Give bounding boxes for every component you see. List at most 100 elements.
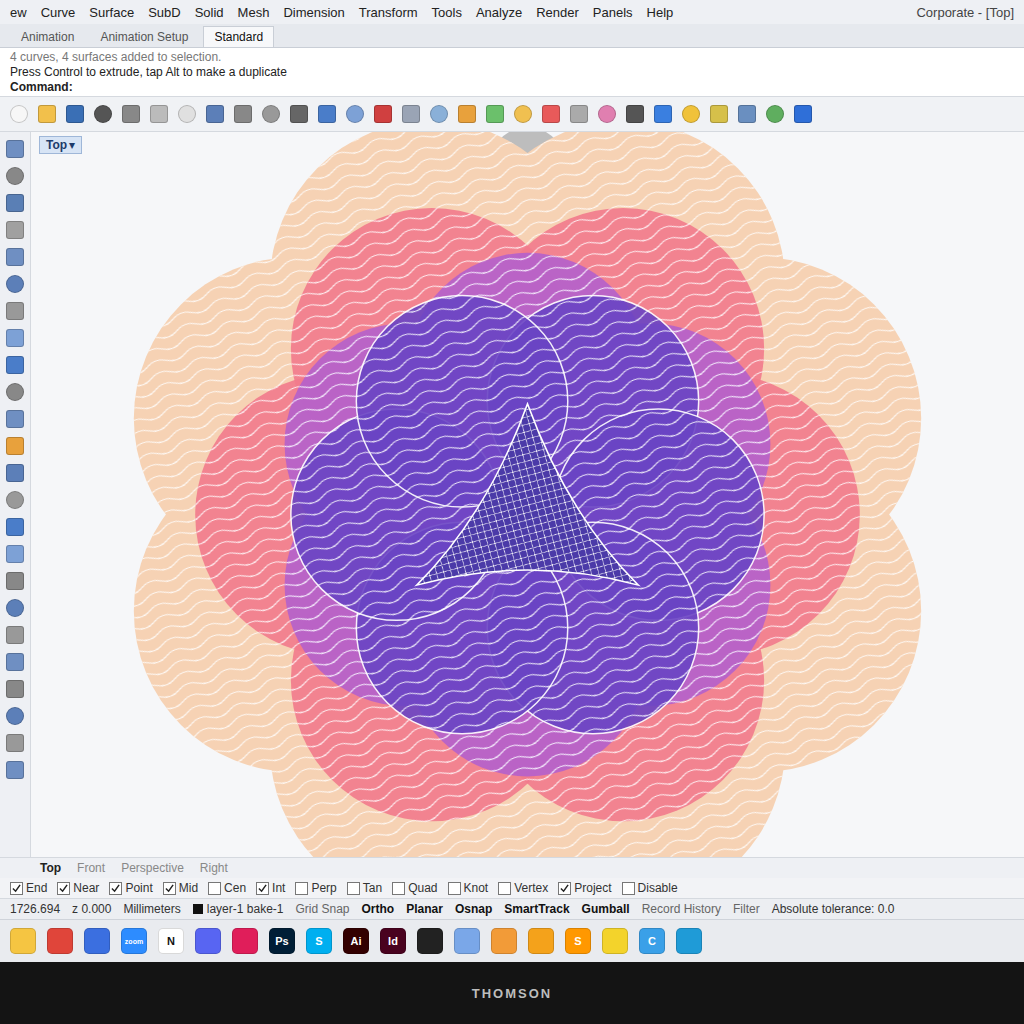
tool-icon[interactable]: [402, 105, 420, 123]
tool-icon[interactable]: [682, 105, 700, 123]
tool-icon[interactable]: [626, 105, 644, 123]
units[interactable]: Millimeters: [123, 902, 180, 916]
taskbar-app[interactable]: [195, 928, 221, 954]
menu-item[interactable]: Help: [647, 5, 674, 20]
tool-icon[interactable]: [6, 437, 24, 455]
tool-icon[interactable]: [318, 105, 336, 123]
tool-icon[interactable]: [6, 302, 24, 320]
menu-item[interactable]: ew: [10, 5, 27, 20]
tool-icon[interactable]: [94, 105, 112, 123]
tool-icon[interactable]: [6, 383, 24, 401]
osnap-option[interactable]: Project: [558, 881, 611, 895]
tool-icon[interactable]: [794, 105, 812, 123]
tool-icon[interactable]: [6, 167, 24, 185]
layer[interactable]: layer-1 bake-1: [193, 902, 284, 916]
checkbox[interactable]: [295, 882, 308, 895]
checkbox[interactable]: [392, 882, 405, 895]
taskbar-app[interactable]: [491, 928, 517, 954]
tool-icon[interactable]: [6, 194, 24, 212]
tool-icon[interactable]: [710, 105, 728, 123]
tool-icon[interactable]: [6, 356, 24, 374]
taskbar-app[interactable]: [528, 928, 554, 954]
osnap-option[interactable]: Knot: [448, 881, 489, 895]
taskbar-app[interactable]: [454, 928, 480, 954]
checkbox[interactable]: [498, 882, 511, 895]
tool-icon[interactable]: [430, 105, 448, 123]
tool-icon[interactable]: [234, 105, 252, 123]
osnap-option[interactable]: Point: [109, 881, 152, 895]
tool-icon[interactable]: [374, 105, 392, 123]
tool-icon[interactable]: [6, 464, 24, 482]
tool-icon[interactable]: [6, 734, 24, 752]
menu-item[interactable]: Solid: [195, 5, 224, 20]
tool-icon[interactable]: [206, 105, 224, 123]
tool-icon[interactable]: [6, 329, 24, 347]
model-drawing[interactable]: [31, 132, 1024, 857]
tool-icon[interactable]: [486, 105, 504, 123]
checkbox[interactable]: [10, 882, 23, 895]
taskbar-app[interactable]: S: [306, 928, 332, 954]
toolbar-tab[interactable]: Standard: [203, 26, 274, 47]
tool-icon[interactable]: [6, 572, 24, 590]
osnap-option[interactable]: End: [10, 881, 47, 895]
tool-icon[interactable]: [38, 105, 56, 123]
checkbox[interactable]: [622, 882, 635, 895]
tool-icon[interactable]: [6, 140, 24, 158]
tool-icon[interactable]: [178, 105, 196, 123]
tool-icon[interactable]: [10, 105, 28, 123]
menu-item[interactable]: SubD: [148, 5, 181, 20]
command-prompt[interactable]: Command:: [10, 80, 1014, 94]
tool-icon[interactable]: [6, 626, 24, 644]
tool-icon[interactable]: [6, 545, 24, 563]
osnap-option[interactable]: Vertex: [498, 881, 548, 895]
taskbar-app[interactable]: [47, 928, 73, 954]
taskbar-app[interactable]: [602, 928, 628, 954]
taskbar-app[interactable]: [232, 928, 258, 954]
tool-icon[interactable]: [6, 599, 24, 617]
viewport[interactable]: Top▾: [31, 132, 1024, 857]
status-toggle[interactable]: Ortho: [362, 902, 395, 916]
tool-icon[interactable]: [654, 105, 672, 123]
taskbar-app[interactable]: C: [639, 928, 665, 954]
menu-item[interactable]: Mesh: [238, 5, 270, 20]
view-tab[interactable]: Front: [77, 861, 105, 875]
status-toggle[interactable]: Gumball: [582, 902, 630, 916]
taskbar-app[interactable]: Id: [380, 928, 406, 954]
menu-item[interactable]: Panels: [593, 5, 633, 20]
menu-item[interactable]: Dimension: [283, 5, 344, 20]
menu-item[interactable]: Surface: [89, 5, 134, 20]
checkbox[interactable]: [256, 882, 269, 895]
tool-icon[interactable]: [6, 707, 24, 725]
tool-icon[interactable]: [6, 518, 24, 536]
taskbar-app[interactable]: Ps: [269, 928, 295, 954]
osnap-option[interactable]: Quad: [392, 881, 437, 895]
tool-icon[interactable]: [542, 105, 560, 123]
tool-icon[interactable]: [514, 105, 532, 123]
checkbox[interactable]: [57, 882, 70, 895]
status-toggle[interactable]: Grid Snap: [296, 902, 350, 916]
osnap-option[interactable]: Tan: [347, 881, 382, 895]
osnap-option[interactable]: Int: [256, 881, 285, 895]
view-tab[interactable]: Right: [200, 861, 228, 875]
taskbar-app[interactable]: [84, 928, 110, 954]
dropdown-icon[interactable]: ▾: [69, 138, 75, 152]
tool-icon[interactable]: [570, 105, 588, 123]
tool-icon[interactable]: [766, 105, 784, 123]
osnap-option[interactable]: Mid: [163, 881, 198, 895]
taskbar-app[interactable]: N: [158, 928, 184, 954]
tool-icon[interactable]: [122, 105, 140, 123]
taskbar-app[interactable]: S: [565, 928, 591, 954]
tool-icon[interactable]: [262, 105, 280, 123]
osnap-option[interactable]: Disable: [622, 881, 678, 895]
menu-item[interactable]: Curve: [41, 5, 76, 20]
taskbar-app[interactable]: Ai: [343, 928, 369, 954]
view-tab[interactable]: Perspective: [121, 861, 184, 875]
checkbox[interactable]: [558, 882, 571, 895]
tool-icon[interactable]: [6, 275, 24, 293]
osnap-option[interactable]: Perp: [295, 881, 336, 895]
tool-icon[interactable]: [598, 105, 616, 123]
status-toggle[interactable]: SmartTrack: [504, 902, 569, 916]
tool-icon[interactable]: [6, 410, 24, 428]
osnap-option[interactable]: Near: [57, 881, 99, 895]
taskbar-app[interactable]: zoom: [121, 928, 147, 954]
